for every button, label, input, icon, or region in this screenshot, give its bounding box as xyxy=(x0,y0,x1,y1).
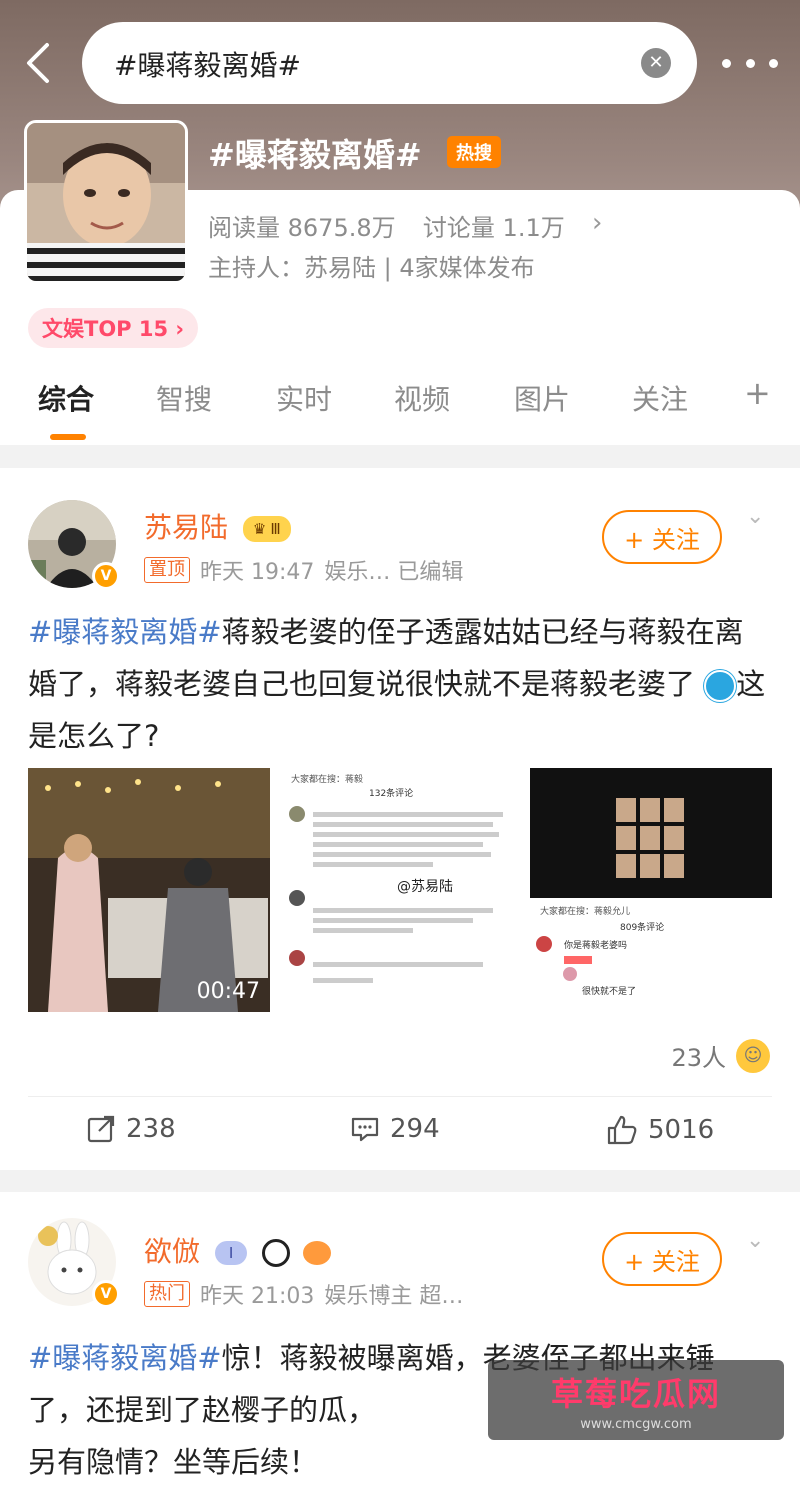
screenshot-reply: 很快就不是了 xyxy=(582,987,637,997)
close-icon: ✕ xyxy=(648,52,664,73)
tab-pictures[interactable]: 图片 xyxy=(514,378,570,418)
level-text: Ⅲ xyxy=(270,520,281,538)
chevron-left-icon xyxy=(27,43,49,83)
post-card[interactable]: V 欲倣 I 热门 昨天 21:03 娱乐博主 超… + 关注 ⌄ #曝蒋毅离婚… xyxy=(0,1192,800,1505)
video-grid-icon xyxy=(530,768,772,981)
comment-button[interactable]: 294 xyxy=(350,1114,440,1144)
topic-stats[interactable]: 阅读量 8675.8万 讨论量 1.1万 xyxy=(208,208,565,243)
like-button[interactable]: 5016 xyxy=(606,1114,714,1146)
comment-screenshot-image[interactable]: 大家都在搜：蒋毅 132条评论 @苏易陆 xyxy=(279,768,521,1012)
level-badge: I xyxy=(214,1241,248,1265)
reads-label: 阅读量 xyxy=(208,214,280,242)
chevron-right-icon[interactable]: › xyxy=(592,208,602,238)
more-options-button[interactable] xyxy=(722,46,778,80)
more-icon-dot xyxy=(745,58,755,68)
fish-icon xyxy=(303,1241,332,1265)
tab-following[interactable]: 关注 xyxy=(632,378,688,418)
reads-value: 8675.8万 xyxy=(287,214,396,242)
repost-count: 238 xyxy=(126,1114,176,1144)
divider xyxy=(28,1096,772,1097)
post-text-tail: 另有隐情？坐等后续！ xyxy=(28,1445,319,1479)
watermark-url: www.cmcgw.com xyxy=(580,1416,692,1432)
video-thumbnail[interactable]: 00:47 xyxy=(28,768,270,1012)
verified-badge-icon: V xyxy=(92,562,120,590)
host-line: 主持人：苏易陆 | 4家媒体发布 xyxy=(208,254,535,282)
site-watermark: 草莓吃瓜网 www.cmcgw.com xyxy=(488,1360,784,1440)
username-text: 欲倣 xyxy=(144,1235,201,1268)
reactions-summary[interactable]: 23人 ☺ xyxy=(671,1038,770,1073)
image-grid: 00:47 大家都在搜：蒋毅 132条评论 @苏易陆 大家都在搜：蒋毅允儿 80… xyxy=(28,768,772,1012)
repost-button[interactable]: 238 xyxy=(86,1114,176,1144)
username-text: 苏易陆 xyxy=(144,511,229,544)
topic-title: #曝蒋毅离婚# xyxy=(208,136,422,174)
tab-video[interactable]: 视频 xyxy=(394,378,450,418)
hot-badge: 热搜 xyxy=(447,136,501,168)
tab-bar: 综合 智搜 实时 视频 图片 关注 + xyxy=(0,374,800,440)
comment-icon xyxy=(351,1117,379,1142)
chevron-down-icon[interactable]: ⌄ xyxy=(746,1228,764,1253)
discuss-value: 1.1万 xyxy=(502,214,565,242)
post-source: 娱乐… 已编辑 xyxy=(324,560,464,585)
tab-smart-search[interactable]: 智搜 xyxy=(156,378,212,418)
screenshot-reply: 你是蒋毅老婆吗 xyxy=(564,941,628,951)
post-username[interactable]: 欲倣 I xyxy=(144,1230,332,1270)
thumbs-up-icon xyxy=(607,1115,637,1145)
screenshot-count: 809条评论 xyxy=(620,923,665,933)
tab-overview[interactable]: 综合 xyxy=(38,378,94,418)
post-meta: 热门 昨天 21:03 娱乐博主 超… xyxy=(144,1278,463,1310)
tab-realtime[interactable]: 实时 xyxy=(276,378,332,418)
laugh-emoji-icon: ☺ xyxy=(736,1038,770,1073)
hashtag-link[interactable]: #曝蒋毅离婚# xyxy=(28,615,222,649)
search-input[interactable]: #曝蒋毅离婚# ✕ xyxy=(82,22,697,104)
follow-button[interactable]: + 关注 xyxy=(602,1232,722,1286)
screenshot-header: 大家都在搜：蒋毅允儿 xyxy=(540,907,631,917)
panda-icon xyxy=(262,1239,291,1267)
more-icon-dot xyxy=(769,58,778,68)
post-body[interactable]: #曝蒋毅离婚#蒋毅老婆的侄子透露姑姑已经与蒋毅在离婚了，蒋毅老婆自己也回复说很快… xyxy=(28,606,768,762)
like-count: 5016 xyxy=(648,1115,715,1145)
hot-tag: 热门 xyxy=(144,1281,190,1307)
discuss-label: 讨论量 xyxy=(422,214,495,242)
screenshot-watermark: @苏易陆 xyxy=(397,879,453,895)
post-meta: 置顶 昨天 19:47 娱乐… 已编辑 xyxy=(144,554,463,586)
chevron-down-icon[interactable]: ⌄ xyxy=(746,504,764,529)
follow-button[interactable]: + 关注 xyxy=(602,510,722,564)
post-time: 昨天 21:03 xyxy=(200,1284,315,1309)
topic-portrait-icon xyxy=(27,123,185,281)
comment-count: 294 xyxy=(390,1114,440,1144)
top-bar: #曝蒋毅离婚# ✕ xyxy=(0,0,800,120)
hashtag-link[interactable]: #曝蒋毅离婚# xyxy=(28,1341,222,1375)
post-actions: 238 294 5016 xyxy=(0,1114,800,1154)
comment-screenshot-image[interactable]: 大家都在搜：蒋毅允儿 809条评论 你是蒋毅老婆吗 很快就不是了 xyxy=(530,768,772,1012)
avatar[interactable]: V xyxy=(28,1218,120,1308)
video-scene-icon xyxy=(28,768,270,1012)
clear-search-button[interactable]: ✕ xyxy=(641,48,671,78)
crown-icon: ♛ xyxy=(252,520,267,538)
pinned-tag: 置顶 xyxy=(144,557,190,583)
back-button[interactable] xyxy=(16,38,60,88)
post-card[interactable]: V 苏易陆 ♛ Ⅲ 置顶 昨天 19:47 娱乐… 已编辑 + 关注 ⌄ #曝蒋… xyxy=(0,468,800,1170)
post-time: 昨天 19:47 xyxy=(200,560,315,585)
active-tab-indicator xyxy=(50,434,86,440)
topic-image xyxy=(24,120,188,284)
verified-badge-icon: V xyxy=(92,1280,120,1308)
watermark-title: 草莓吃瓜网 xyxy=(550,1374,721,1413)
avatar[interactable]: V xyxy=(28,500,120,590)
crown-level-badge: ♛ Ⅲ xyxy=(242,516,291,542)
video-duration: 00:47 xyxy=(196,979,260,1004)
doraemon-emoji-icon xyxy=(704,670,737,702)
add-tab-button[interactable]: + xyxy=(744,374,771,412)
share-icon xyxy=(87,1115,115,1143)
post-source: 娱乐博主 超… xyxy=(324,1284,464,1309)
more-icon-dot xyxy=(722,58,731,68)
search-query: #曝蒋毅离婚# xyxy=(114,49,301,82)
rank-badge[interactable]: 文娱TOP 15 › xyxy=(28,308,199,348)
level-text: I xyxy=(228,1244,234,1262)
reactions-count: 23人 xyxy=(671,1044,726,1072)
post-username[interactable]: 苏易陆 ♛ Ⅲ xyxy=(144,506,291,546)
